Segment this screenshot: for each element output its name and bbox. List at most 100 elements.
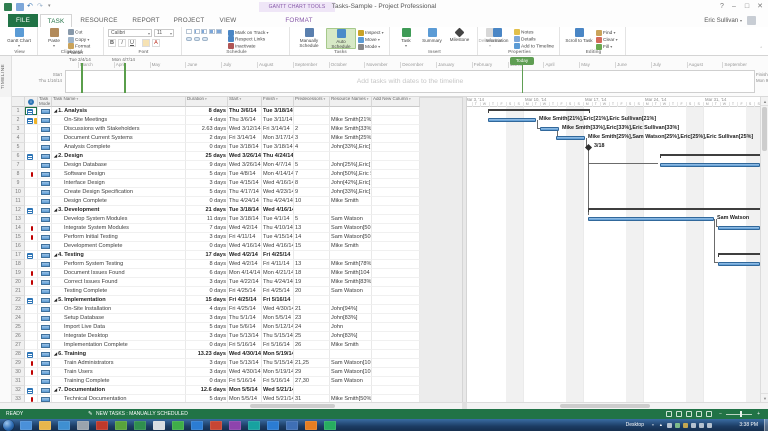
cell-name[interactable]: Integrate System Modules	[52, 224, 186, 233]
cell-pred[interactable]: 21,25	[294, 359, 330, 368]
cell-dur[interactable]: 25 days	[186, 152, 228, 161]
cell-id[interactable]: 7	[12, 161, 25, 170]
status-new-tasks[interactable]: NEW TASKS : MANUALLY SCHEDULED	[96, 409, 188, 419]
cell-pred[interactable]: 27,30	[294, 377, 330, 386]
cell-pred[interactable]	[294, 350, 330, 359]
cell-info[interactable]	[25, 206, 38, 215]
zoom-slider[interactable]	[726, 413, 752, 415]
cell-start[interactable]: Mon 5/5/14	[228, 386, 262, 395]
cell-info[interactable]	[25, 332, 38, 341]
taskbar-app-icon[interactable]	[229, 420, 241, 430]
cell-info[interactable]	[25, 359, 38, 368]
cell-name[interactable]: Create Design Specification	[52, 188, 186, 197]
task-bar-row-14[interactable]	[718, 226, 760, 230]
tab-resource[interactable]: RESOURCE	[76, 14, 122, 27]
cell-mode[interactable]	[38, 206, 52, 215]
cell-pred[interactable]: 7	[294, 170, 330, 179]
help-button[interactable]: ?	[716, 2, 728, 12]
cell-new[interactable]	[372, 305, 420, 314]
collapse-icon[interactable]: ◢	[54, 252, 57, 257]
cell-dur[interactable]: 0 days	[186, 287, 228, 296]
cell-fin[interactable]: Mon 5/5/14	[262, 314, 294, 323]
cell-fin[interactable]: Thu 4/24/14	[262, 152, 294, 161]
cell-id[interactable]: 24	[12, 314, 25, 323]
cell-fin[interactable]: Fri 4/25/14	[262, 251, 294, 260]
cell-new[interactable]	[372, 350, 420, 359]
cell-info[interactable]	[25, 314, 38, 323]
cell-mode[interactable]	[38, 170, 52, 179]
cell-res[interactable]: John	[330, 323, 372, 332]
cell-name[interactable]: Training Complete	[52, 377, 186, 386]
cell-mode[interactable]	[38, 350, 52, 359]
cell-dur[interactable]: 0 days	[186, 242, 228, 251]
cut-button[interactable]: Cut	[68, 29, 102, 36]
cell-info[interactable]	[25, 161, 38, 170]
cell-dur[interactable]: 5 days	[186, 188, 228, 197]
link-tasks-icon[interactable]	[186, 37, 192, 41]
cell-mode[interactable]	[38, 305, 52, 314]
gantt-timescale[interactable]: Mar 3, '14Mar 10, '14Mar 17, '14Mar 24, …	[467, 97, 760, 107]
column-header-info[interactable]: i	[25, 97, 38, 107]
cell-pred[interactable]: 26	[294, 341, 330, 350]
auto-schedule-button[interactable]: Auto Schedule	[326, 28, 356, 49]
cell-fin[interactable]: Thu 5/15/14	[262, 332, 294, 341]
collapse-icon[interactable]: ◢	[54, 108, 57, 113]
cell-dur[interactable]: 3 days	[186, 278, 228, 287]
cell-dur[interactable]: 8 days	[186, 260, 228, 269]
underline-button[interactable]: U	[128, 39, 136, 47]
cell-dur[interactable]: 17 days	[186, 251, 228, 260]
cell-new[interactable]	[372, 224, 420, 233]
cell-res[interactable]: Mike Smith[104	[330, 269, 372, 278]
task-bar-row-18[interactable]	[718, 262, 760, 266]
zoom-out-icon[interactable]: −	[719, 409, 722, 419]
cell-name[interactable]: ◢6. Training	[52, 350, 186, 359]
cell-fin[interactable]: Wed 4/23/14	[262, 188, 294, 197]
cell-mode[interactable]	[38, 179, 52, 188]
cell-info[interactable]	[25, 287, 38, 296]
taskbar-app-icon[interactable]	[115, 420, 127, 430]
cell-pred[interactable]: 25	[294, 332, 330, 341]
cell-info[interactable]	[25, 197, 38, 206]
cell-mode[interactable]	[38, 116, 52, 125]
taskbar-app-icon[interactable]	[172, 420, 184, 430]
cell-start[interactable]: Tue 5/13/14	[228, 359, 262, 368]
cell-pred[interactable]: 9	[294, 188, 330, 197]
cell-id[interactable]: 9	[12, 179, 25, 188]
cell-start[interactable]: Fri 5/16/14	[228, 341, 262, 350]
cell-dur[interactable]: 0 days	[186, 143, 228, 152]
mode-button[interactable]: Mode ▾	[358, 43, 388, 50]
usage-view-shortcut-icon[interactable]	[676, 411, 682, 417]
cell-mode[interactable]	[38, 161, 52, 170]
cell-pred[interactable]	[294, 386, 330, 395]
cell-res[interactable]: Mike Smith[21%	[330, 116, 372, 125]
cell-mode[interactable]	[38, 287, 52, 296]
cell-id[interactable]: 10	[12, 188, 25, 197]
column-header-fin[interactable]: Finish ▾	[262, 97, 294, 107]
cell-name[interactable]: Development Complete	[52, 242, 186, 251]
cell-info[interactable]	[25, 242, 38, 251]
cell-fin[interactable]: Fri 4/11/14	[262, 260, 294, 269]
cell-info[interactable]	[25, 368, 38, 377]
cell-name[interactable]: Import Live Data	[52, 323, 186, 332]
cell-new[interactable]	[372, 215, 420, 224]
cell-start[interactable]: Fri 3/14/14	[228, 134, 262, 143]
cell-start[interactable]: Wed 3/26/14	[228, 161, 262, 170]
cell-dur[interactable]: 2.63 days	[186, 125, 228, 134]
cell-id[interactable]: 11	[12, 197, 25, 206]
cell-fin[interactable]: Wed 5/21/14	[262, 386, 294, 395]
cell-res[interactable]: Mike Smith[83%	[330, 278, 372, 287]
filter-icon[interactable]: ▾	[76, 97, 78, 101]
table-hscroll-thumb[interactable]	[250, 404, 335, 408]
summary-bar-row-17[interactable]	[718, 253, 760, 255]
cell-pred[interactable]: 14	[294, 233, 330, 242]
vertical-scrollbar[interactable]: ▲ ▼	[760, 97, 768, 402]
cell-pred[interactable]: 24	[294, 323, 330, 332]
cell-pred[interactable]	[294, 152, 330, 161]
cell-info[interactable]	[25, 251, 38, 260]
cell-dur[interactable]: 5 days	[186, 170, 228, 179]
cell-res[interactable]: John[25%],Eric[	[330, 161, 372, 170]
cell-res[interactable]: Sam Watson	[330, 215, 372, 224]
taskbar-app-icon[interactable]	[305, 420, 317, 430]
cell-id[interactable]: 28	[12, 350, 25, 359]
cell-new[interactable]	[372, 116, 420, 125]
